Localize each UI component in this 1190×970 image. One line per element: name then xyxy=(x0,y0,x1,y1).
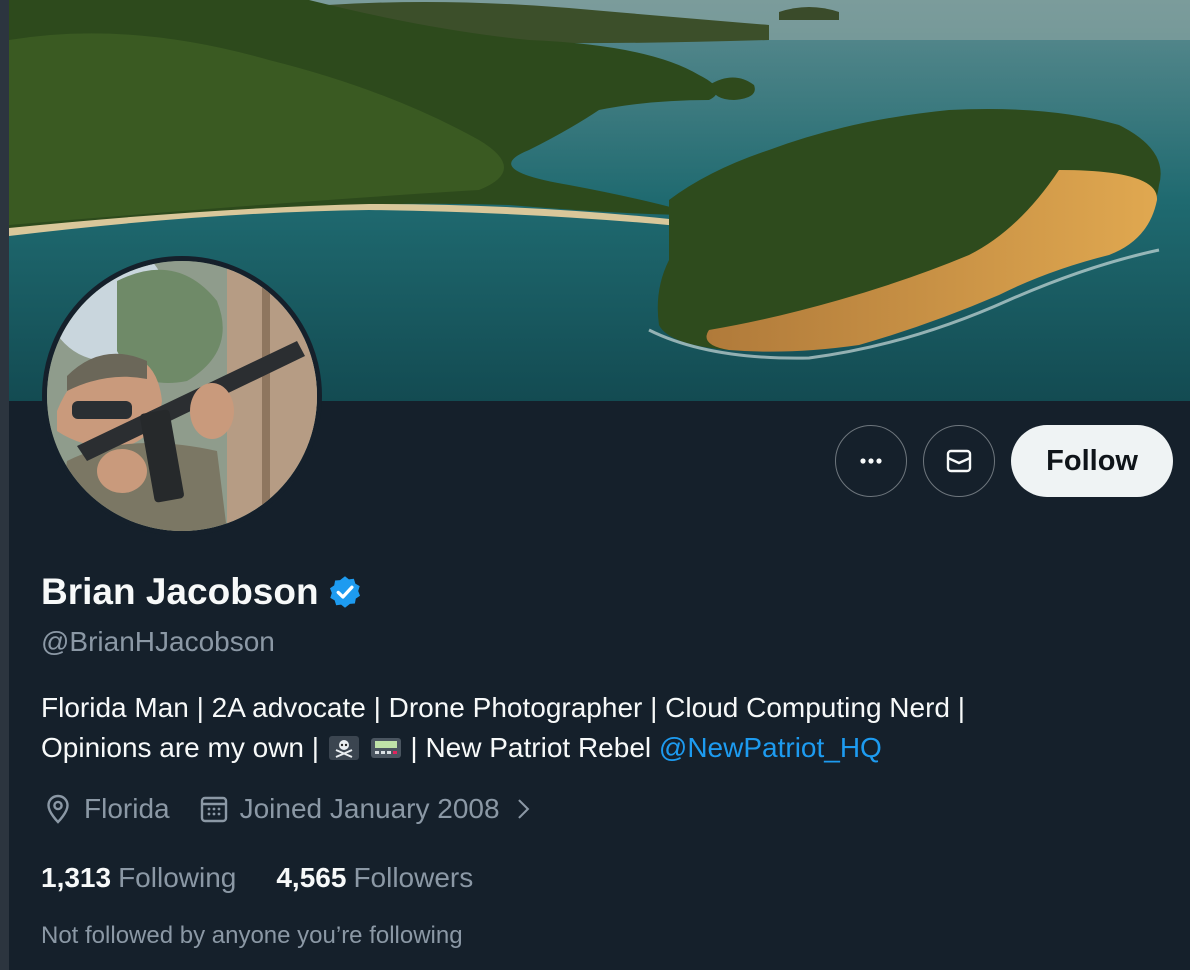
followers-count: 4,565 xyxy=(276,862,347,893)
location-pin-icon xyxy=(47,794,69,824)
more-options-button[interactable] xyxy=(835,425,908,497)
following-label: Following xyxy=(118,862,237,893)
profile-display-name: Brian Jacobson xyxy=(41,571,363,613)
following-count: 1,313 xyxy=(41,862,112,893)
followers-label: Followers xyxy=(353,862,474,893)
profile-avatar[interactable] xyxy=(42,256,322,536)
profile-bio: Florida Man | 2A advocate | Drone Photog… xyxy=(41,688,1161,768)
following-stat-link[interactable]: 1,313 Following xyxy=(41,862,236,894)
join-date-text: Joined January 2008 xyxy=(239,793,500,824)
window-edge xyxy=(0,0,9,970)
skull-crossbones-icon xyxy=(328,736,359,760)
bio-text-before-emoji: Opinions are my own | xyxy=(41,732,320,763)
pager-icon xyxy=(370,738,401,758)
bio-line-2: Opinions are my own | | New Patriot Rebe… xyxy=(41,728,1161,768)
envelope-icon xyxy=(946,449,972,473)
calendar-icon xyxy=(200,796,227,823)
bio-text-after-emoji: | New Patriot Rebel xyxy=(410,732,652,763)
profile-handle: @BrianHJacobson xyxy=(41,626,275,657)
bio-line-1: Florida Man | 2A advocate | Drone Photog… xyxy=(41,692,966,723)
profile-meta: Florida Joined January 2008 xyxy=(42,793,564,825)
chevron-right-icon xyxy=(517,799,529,819)
ellipsis-icon xyxy=(860,458,882,464)
location-text: Florida xyxy=(84,793,170,824)
social-context-text: Not followed by anyone you’re following xyxy=(41,922,463,949)
profile-join-date[interactable]: Joined January 2008 xyxy=(198,793,536,825)
verified-badge-icon[interactable] xyxy=(327,574,363,610)
followers-stat-link[interactable]: 4,565 Followers xyxy=(276,862,473,894)
bio-mention-link[interactable]: @NewPatriot_HQ xyxy=(659,732,882,763)
follow-button[interactable]: Follow xyxy=(1011,425,1173,497)
follow-stats: 1,313 Following 4,565 Followers xyxy=(41,862,513,894)
profile-actions: Follow xyxy=(835,425,1173,497)
display-name-text: Brian Jacobson xyxy=(41,571,319,612)
profile-location: Florida xyxy=(42,793,170,825)
message-button[interactable] xyxy=(923,425,996,497)
